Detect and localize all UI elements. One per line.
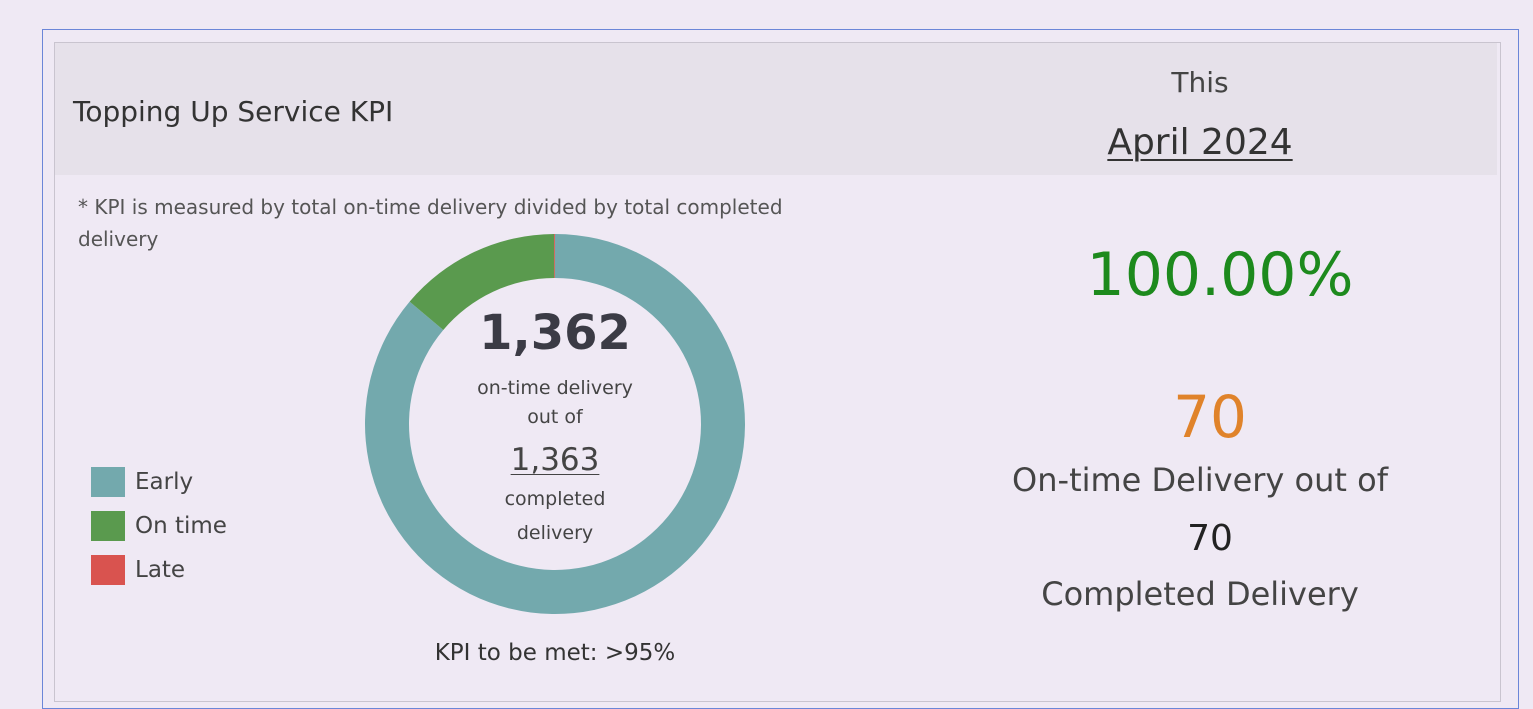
kpi-percent: 100.00% bbox=[1086, 240, 1354, 310]
kpi-target: KPI to be met: >95% bbox=[434, 640, 676, 666]
monthly-completed-label: Completed Delivery bbox=[1041, 575, 1359, 613]
center-label-completed: completed bbox=[504, 488, 606, 510]
monthly-ontime-label: On-time Delivery out of bbox=[1012, 461, 1388, 499]
monthly-completed-count: 70 bbox=[1187, 518, 1233, 559]
page-title: Topping Up Service KPI bbox=[73, 95, 394, 128]
period-prefix: This bbox=[1171, 66, 1229, 99]
legend-swatch-late bbox=[91, 555, 125, 585]
legend-item-early[interactable]: Early bbox=[91, 460, 227, 504]
legend-label-late: Late bbox=[135, 557, 186, 583]
legend-item-on-time[interactable]: On time bbox=[91, 504, 227, 548]
center-label-ontime: on-time delivery bbox=[477, 377, 633, 399]
legend-label-early: Early bbox=[135, 469, 194, 495]
center-label-delivery: delivery bbox=[516, 522, 594, 544]
ontime-count-total: 1,362 bbox=[479, 305, 631, 361]
monthly-ontime-count: 70 bbox=[1173, 383, 1247, 451]
chart-legend: Early On time Late bbox=[91, 460, 227, 592]
completed-count-total[interactable]: 1,363 bbox=[475, 442, 635, 478]
legend-label-on-time: On time bbox=[135, 513, 227, 539]
legend-swatch-early bbox=[91, 467, 125, 497]
period-filter[interactable]: April 2024 bbox=[1060, 122, 1340, 163]
legend-item-late[interactable]: Late bbox=[91, 548, 227, 592]
legend-swatch-on-time bbox=[91, 511, 125, 541]
center-label-outof: out of bbox=[527, 406, 583, 428]
